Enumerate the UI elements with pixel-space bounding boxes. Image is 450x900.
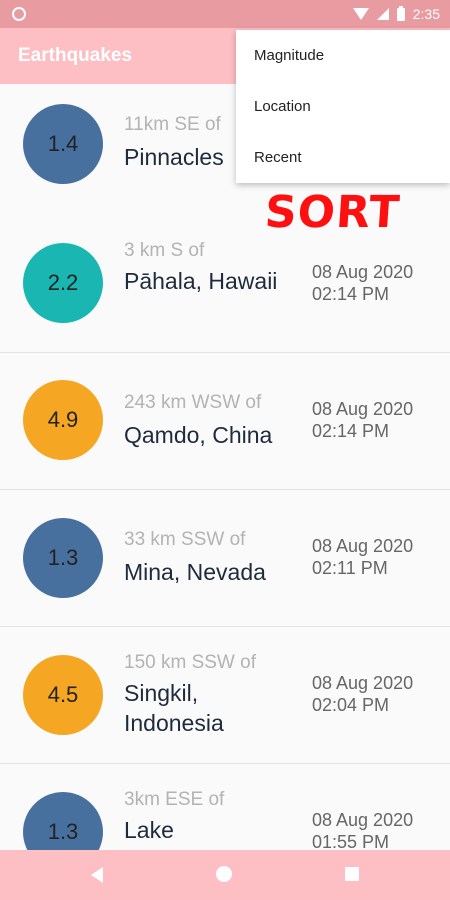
quake-datetime: 08 Aug 2020 02:11 PM bbox=[312, 535, 442, 579]
primary-location: Singkil, Indonesia bbox=[124, 680, 224, 736]
quake-datetime: 08 Aug 2020 01:55 PM bbox=[312, 809, 442, 850]
primary-location: Pāhala, Hawaii bbox=[124, 268, 278, 294]
location-offset: 243 km WSW of bbox=[124, 392, 262, 413]
magnitude-circle: 4.9 bbox=[23, 380, 103, 460]
nav-bar bbox=[0, 850, 450, 900]
location-offset: 33 km SSW of bbox=[124, 529, 246, 550]
app-title: Earthquakes bbox=[18, 45, 133, 66]
status-bar: 2:35 bbox=[0, 0, 450, 28]
quake-date: 08 Aug 2020 bbox=[312, 399, 414, 419]
location-offset: 3 km S of bbox=[124, 240, 205, 261]
magnitude-circle: 1.3 bbox=[23, 518, 103, 598]
sort-by-magnitude[interactable]: Magnitude bbox=[236, 30, 450, 81]
status-time: 2:35 bbox=[412, 6, 440, 22]
quake-time: 02:11 PM bbox=[312, 558, 388, 578]
quake-row[interactable]: 1.3 3km ESE of Lake 08 Aug 2020 01:55 PM bbox=[0, 764, 450, 850]
quake-date: 08 Aug 2020 bbox=[312, 536, 414, 556]
quake-date: 08 Aug 2020 bbox=[312, 262, 414, 282]
status-icons: 2:35 bbox=[352, 5, 440, 23]
location-offset: 3km ESE of bbox=[124, 789, 225, 810]
primary-location: Qamdo, China bbox=[124, 422, 273, 448]
quake-row[interactable]: 1.3 33 km SSW of Mina, Nevada 08 Aug 202… bbox=[0, 490, 450, 627]
back-icon[interactable] bbox=[91, 867, 103, 883]
quake-row[interactable]: 4.9 243 km WSW of Qamdo, China 08 Aug 20… bbox=[0, 353, 450, 490]
magnitude-circle: 2.2 bbox=[23, 243, 103, 323]
quake-datetime: 08 Aug 2020 02:04 PM bbox=[312, 672, 442, 716]
sort-promo-badge: SORT bbox=[263, 187, 402, 238]
quake-row[interactable]: 4.5 150 km SSW of Singkil, Indonesia 08 … bbox=[0, 627, 450, 764]
quake-date: 08 Aug 2020 bbox=[312, 810, 414, 830]
primary-location: Mina, Nevada bbox=[124, 559, 266, 585]
quake-time: 02:04 PM bbox=[312, 695, 390, 715]
magnitude-circle: 1.3 bbox=[23, 792, 103, 850]
home-icon[interactable] bbox=[216, 866, 232, 882]
sort-by-recent[interactable]: Recent bbox=[236, 132, 450, 183]
quake-datetime: 08 Aug 2020 02:14 PM bbox=[312, 398, 442, 442]
wifi-icon bbox=[352, 8, 369, 20]
sort-menu: Magnitude Location Recent bbox=[236, 30, 450, 183]
location-offset: 150 km SSW of bbox=[124, 652, 256, 673]
quake-datetime: 08 Aug 2020 02:14 PM bbox=[312, 261, 442, 305]
quake-time: 02:14 PM bbox=[312, 421, 390, 441]
recents-icon[interactable] bbox=[345, 867, 359, 881]
magnitude-circle: 4.5 bbox=[23, 655, 103, 735]
primary-location: Lake bbox=[124, 817, 174, 843]
signal-icon bbox=[376, 8, 389, 20]
quake-time: 01:55 PM bbox=[312, 832, 390, 850]
notification-icon bbox=[12, 7, 26, 21]
quake-date: 08 Aug 2020 bbox=[312, 673, 414, 693]
magnitude-circle: 1.4 bbox=[23, 104, 103, 184]
quake-time: 02:14 PM bbox=[312, 284, 390, 304]
battery-icon bbox=[396, 5, 405, 21]
sort-by-location[interactable]: Location bbox=[236, 81, 450, 132]
location-offset: 11km SE of bbox=[124, 114, 221, 135]
